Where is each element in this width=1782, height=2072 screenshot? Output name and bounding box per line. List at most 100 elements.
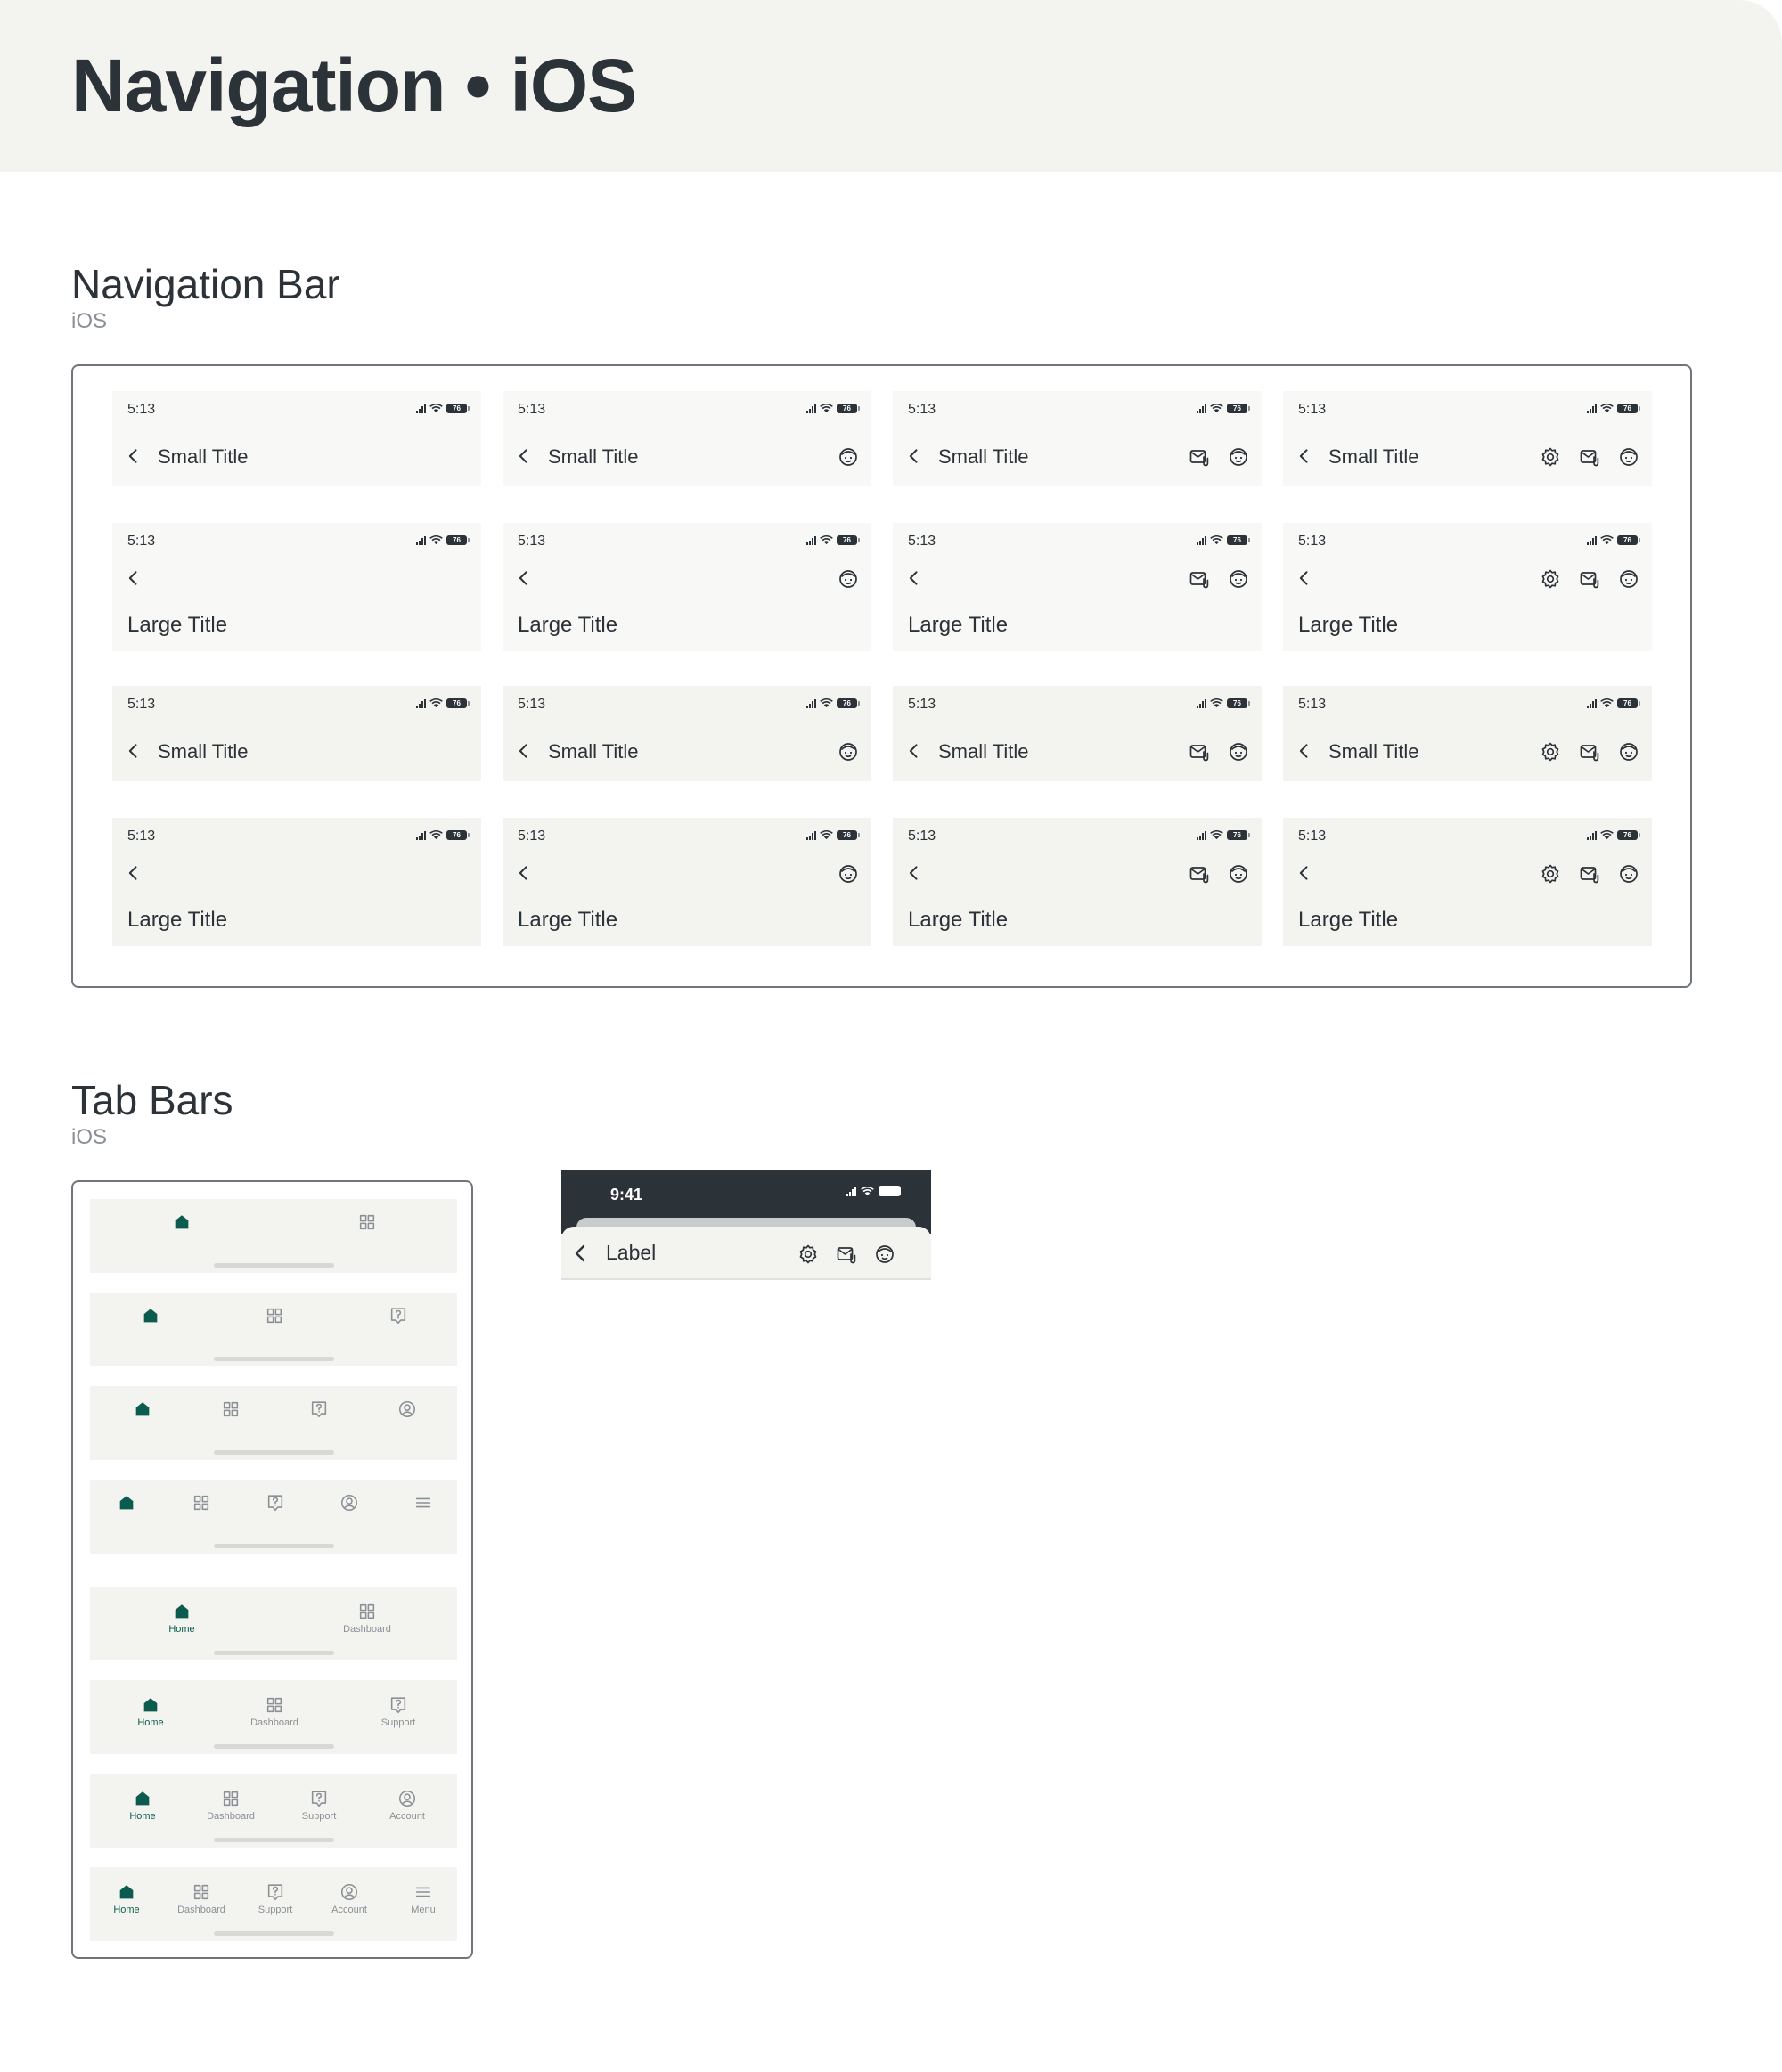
tab-home[interactable]: Home [128, 1602, 235, 1635]
wifi-icon [429, 535, 443, 545]
tab-label: Account [389, 1811, 425, 1822]
dashboard-grid-icon [359, 1603, 375, 1619]
chevron-left-icon[interactable] [905, 740, 923, 762]
chevron-left-icon[interactable] [515, 862, 533, 884]
face-icon[interactable] [1228, 568, 1249, 590]
face-icon[interactable] [1228, 446, 1249, 468]
status-icons: 76 [416, 830, 470, 840]
mail-attachment-icon[interactable] [1579, 568, 1600, 590]
chevron-left-icon[interactable] [905, 862, 923, 884]
account-circle-icon [340, 1883, 358, 1901]
mail-attachment-icon[interactable] [1579, 863, 1600, 885]
nav-actions [1189, 863, 1249, 885]
chevron-left-icon[interactable] [515, 740, 533, 762]
menu-icon [415, 1497, 431, 1508]
tab-bar [90, 1386, 457, 1460]
signal-icon [1197, 699, 1206, 708]
status-icons: 76 [416, 404, 470, 413]
signal-icon [846, 1187, 856, 1196]
face-icon[interactable] [1618, 568, 1639, 590]
status-time: 5:13 [908, 534, 936, 549]
mail-attachment-icon[interactable] [1189, 863, 1210, 885]
tab-dashboard[interactable] [314, 1212, 421, 1232]
nav-actions [1189, 446, 1249, 468]
face-icon[interactable] [1618, 741, 1639, 763]
tab-label: Menu [411, 1905, 436, 1915]
tab-bar [90, 1480, 457, 1554]
wifi-icon [1210, 535, 1223, 545]
account-circle-icon [398, 1790, 416, 1807]
chevron-left-icon[interactable] [1296, 740, 1313, 762]
help-icon [311, 1401, 327, 1418]
preview-actions [797, 1244, 895, 1265]
nav-bar-large: 5:13 76 Large Title [893, 818, 1262, 946]
home-indicator [214, 1263, 334, 1268]
nav-bar-small: 5:13 76 Small Title [112, 686, 481, 781]
gear-icon[interactable] [797, 1244, 819, 1265]
chevron-left-icon[interactable] [515, 567, 533, 589]
tab-bars-panel: Home Dashboard Home Dashboard Support Home Das… [71, 1180, 473, 1959]
tab-account[interactable] [354, 1399, 461, 1419]
gear-icon[interactable] [1540, 741, 1561, 763]
mail-attachment-icon[interactable] [1189, 568, 1210, 590]
chevron-left-icon[interactable] [125, 445, 143, 467]
preview-label: Label [606, 1241, 657, 1264]
chevron-left-icon[interactable] [125, 567, 143, 589]
status-icons: 76 [1587, 535, 1640, 545]
mail-attachment-icon[interactable] [1579, 741, 1600, 763]
chevron-left-icon[interactable] [515, 445, 533, 467]
tab-support[interactable] [345, 1306, 452, 1326]
tab-home[interactable] [128, 1212, 235, 1232]
small-title: Small Title [158, 740, 249, 763]
nav-actions [1540, 741, 1639, 763]
status-icons: 76 [1197, 698, 1250, 708]
mail-attachment-icon[interactable] [1189, 446, 1210, 468]
nav-actions [838, 446, 859, 468]
tab-home[interactable] [97, 1306, 204, 1326]
gear-icon[interactable] [1540, 863, 1561, 885]
signal-icon [806, 831, 816, 840]
chevron-left-icon[interactable] [572, 1243, 590, 1264]
tab-dashboard[interactable] [221, 1306, 328, 1326]
tab-bar [90, 1293, 457, 1366]
mail-attachment-icon[interactable] [1189, 741, 1210, 763]
nav-bar-large: 5:13 76 Large Title [1283, 523, 1652, 651]
nav-actions [1189, 568, 1249, 590]
tab-menu[interactable]: Menu [370, 1882, 477, 1915]
face-icon[interactable] [838, 446, 859, 468]
face-icon[interactable] [1618, 446, 1639, 468]
face-icon[interactable] [874, 1244, 895, 1265]
help-icon [267, 1884, 283, 1901]
dashboard-grid-icon [266, 1308, 282, 1324]
tab-label: Support [380, 1717, 416, 1728]
face-icon[interactable] [1228, 741, 1249, 763]
tab-home[interactable]: Home [97, 1695, 204, 1728]
chevron-left-icon[interactable] [905, 567, 923, 589]
face-icon[interactable] [838, 568, 859, 590]
signal-icon [416, 831, 426, 840]
tab-menu[interactable] [370, 1493, 477, 1513]
face-icon[interactable] [838, 741, 859, 763]
gear-icon[interactable] [1540, 568, 1561, 590]
small-title: Small Title [548, 445, 639, 468]
chevron-left-icon[interactable] [905, 445, 923, 467]
face-icon[interactable] [838, 863, 859, 885]
page-title: Navigation • iOS [71, 44, 637, 127]
signal-icon [806, 404, 816, 413]
mail-attachment-icon[interactable] [836, 1244, 857, 1265]
gear-icon[interactable] [1540, 446, 1561, 468]
dashboard-grid-icon [359, 1214, 375, 1230]
face-icon[interactable] [1228, 863, 1249, 885]
tab-dashboard[interactable]: Dashboard [314, 1602, 421, 1635]
tab-dashboard[interactable]: Dashboard [221, 1695, 328, 1728]
chevron-left-icon[interactable] [125, 862, 143, 884]
mail-attachment-icon[interactable] [1579, 446, 1600, 468]
tab-support[interactable]: Support [345, 1695, 452, 1728]
home-icon [143, 1309, 158, 1323]
chevron-left-icon[interactable] [1296, 862, 1313, 884]
chevron-left-icon[interactable] [1296, 445, 1313, 467]
chevron-left-icon[interactable] [1296, 567, 1313, 589]
tab-account[interactable]: Account [354, 1789, 461, 1822]
face-icon[interactable] [1618, 863, 1639, 885]
chevron-left-icon[interactable] [125, 740, 143, 762]
